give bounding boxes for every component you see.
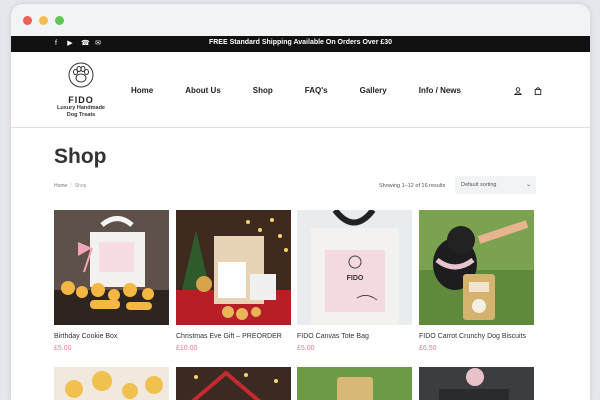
product-card[interactable]: FIDO Carrot Crunchy Dog Biscuits £6.50	[419, 210, 534, 352]
maximize-window-button[interactable]	[55, 16, 64, 25]
product-image[interactable]	[54, 367, 169, 400]
product-image[interactable]	[54, 210, 169, 325]
product-card[interactable]: Birthday Cookie Box £5.00	[54, 210, 169, 352]
sort-selected: Default sorting	[461, 182, 497, 188]
product-price: £5.00	[297, 345, 315, 352]
product-card[interactable]	[176, 367, 291, 400]
product-card[interactable]	[297, 367, 412, 400]
product-image[interactable]	[176, 210, 291, 325]
nav-gallery[interactable]: Gallery	[360, 86, 387, 95]
product-image[interactable]: FIDO	[297, 210, 412, 325]
breadcrumb-home[interactable]: Home	[54, 183, 67, 189]
nav-about-us[interactable]: About Us	[185, 86, 221, 95]
product-image[interactable]	[297, 367, 412, 400]
product-card[interactable]: FIDO FIDO Canvas Tote Bag £5.00	[297, 210, 412, 352]
header-icons	[514, 87, 542, 95]
site-header: FIDO Luxury Handmade Dog Treats Home Abo…	[11, 52, 590, 128]
product-image[interactable]	[176, 367, 291, 400]
product-name[interactable]: Birthday Cookie Box	[54, 333, 169, 340]
paw-logo-icon	[68, 62, 94, 88]
product-price: £6.50	[419, 345, 437, 352]
browser-window: f ▶ ☎ ✉ FREE Standard Shipping Available…	[11, 4, 590, 400]
result-count: Showing 1–12 of 16 results	[379, 183, 446, 189]
product-image[interactable]	[419, 367, 534, 400]
product-image[interactable]	[419, 210, 534, 325]
logo-tagline-2: Dog Treats	[66, 112, 96, 118]
product-name[interactable]: FIDO Canvas Tote Bag	[297, 333, 412, 340]
breadcrumb-current: Shop	[74, 183, 87, 189]
top-bar: f ▶ ☎ ✉ FREE Standard Shipping Available…	[11, 36, 590, 52]
breadcrumb-separator: /	[70, 183, 72, 189]
nav-faqs[interactable]: FAQ's	[305, 86, 328, 95]
nav-info-news[interactable]: Info / News	[419, 86, 461, 95]
site-logo[interactable]: FIDO Luxury Handmade Dog Treats	[51, 62, 111, 119]
minimize-window-button[interactable]	[39, 16, 48, 25]
shipping-promo: FREE Standard Shipping Available On Orde…	[208, 39, 393, 46]
nav-shop[interactable]: Shop	[253, 86, 273, 95]
main-nav: Home About Us Shop FAQ's Gallery Info / …	[131, 86, 461, 95]
sort-select[interactable]: Default sorting ⌄	[455, 176, 536, 194]
breadcrumb: Home / Shop	[54, 183, 86, 189]
product-name[interactable]: FIDO Carrot Crunchy Dog Biscuits	[419, 333, 534, 340]
account-icon[interactable]	[514, 87, 522, 95]
cart-icon[interactable]	[534, 87, 542, 95]
nav-home[interactable]: Home	[131, 86, 153, 95]
product-price: £10.00	[176, 345, 198, 352]
product-price: £5.00	[54, 345, 72, 352]
product-card[interactable]: Christmas Eve Gift – PREORDER £10.00	[176, 210, 291, 352]
product-card[interactable]	[419, 367, 534, 400]
product-card[interactable]	[54, 367, 169, 400]
chevron-down-icon: ⌄	[525, 182, 531, 188]
svg-text:FIDO: FIDO	[347, 275, 364, 282]
product-name[interactable]: Christmas Eve Gift – PREORDER	[176, 333, 291, 340]
close-window-button[interactable]	[23, 16, 32, 25]
window-chrome	[11, 4, 590, 36]
logo-brand: FIDO	[68, 95, 94, 105]
page-title: Shop	[54, 145, 107, 168]
logo-tagline-1: Luxury Handmade	[57, 105, 105, 111]
